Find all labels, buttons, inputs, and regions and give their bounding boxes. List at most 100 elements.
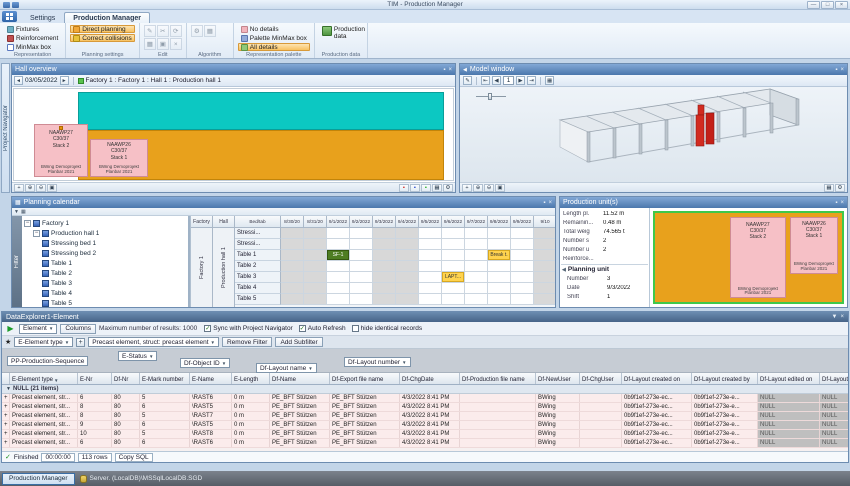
model-canvas[interactable] — [460, 87, 847, 182]
checkbox-icon[interactable] — [352, 325, 359, 332]
tree-expander-icon[interactable]: − — [33, 230, 40, 237]
show-elements-icon[interactable]: ▪ — [421, 184, 431, 192]
group-row[interactable]: ▼NULL (21 items) — [2, 385, 848, 394]
sequence-chip[interactable]: Df-Layout name▼ — [256, 363, 317, 373]
schedule-cell[interactable] — [281, 283, 304, 294]
column-header-date[interactable]: 9/7/2022 — [465, 216, 488, 228]
column-header[interactable]: Df-Production file name — [460, 373, 536, 384]
column-header-date[interactable]: 9/9/2022 — [511, 216, 534, 228]
schedule-event[interactable]: Break t. — [488, 250, 510, 260]
table-row[interactable]: +Precast element, str...10805\RAST80 mPE… — [2, 430, 848, 439]
schedule-cell[interactable] — [419, 250, 442, 261]
schedule-cell[interactable] — [396, 261, 419, 272]
schedule-cell[interactable] — [465, 239, 488, 250]
column-header[interactable]: E-Nr — [78, 373, 112, 384]
schedule-cell[interactable] — [396, 239, 419, 250]
tree-item[interactable]: Table 1 — [22, 258, 188, 268]
schedule-cell[interactable] — [396, 272, 419, 283]
pin-icon[interactable]: ▪ — [835, 200, 837, 206]
edit-model-icon[interactable]: ✎ — [463, 76, 472, 85]
column-header[interactable]: E-Mark number — [140, 373, 190, 384]
pan-icon[interactable]: + — [462, 184, 472, 192]
schedule-cell[interactable] — [396, 294, 419, 305]
tree-item[interactable]: Stressing bed 1 — [22, 238, 188, 248]
table-row[interactable]: +Precast element, str...8805\RAST70 mPE_… — [2, 412, 848, 421]
schedule-cell[interactable] — [350, 294, 373, 305]
hall-overview-header[interactable]: Hall overview ▪ × — [12, 64, 455, 75]
schedule-event[interactable]: LAPT... — [442, 272, 464, 282]
schedule-cell[interactable] — [511, 239, 534, 250]
schedule-cell[interactable] — [327, 261, 350, 272]
schedule-cell[interactable] — [350, 228, 373, 239]
schedule-cell[interactable] — [327, 272, 350, 283]
schedule-cell[interactable] — [488, 239, 511, 250]
column-header[interactable]: E-Element type▼ — [10, 373, 78, 384]
tree-item[interactable]: −Production hall 1 — [22, 228, 188, 238]
column-header-date[interactable]: 9/3/2022 — [373, 216, 396, 228]
grid-icon[interactable]: ▦ — [21, 209, 26, 215]
schedule-cell[interactable] — [511, 261, 534, 272]
schedule-cell[interactable] — [281, 250, 304, 261]
filter-tab[interactable]: Filter — [12, 216, 22, 307]
schedule-cell[interactable] — [350, 272, 373, 283]
reinforcement-button[interactable]: Reinforcement — [4, 34, 61, 42]
row-expander[interactable]: + — [2, 430, 10, 438]
zoom-fit-icon[interactable]: ▣ — [495, 184, 505, 192]
algorithm-settings-icon[interactable]: ⚙ — [191, 25, 203, 37]
schedule-cell[interactable] — [350, 239, 373, 250]
bed-label[interactable]: Stressi... — [235, 239, 281, 250]
column-header[interactable]: Df-Export file name — [330, 373, 400, 384]
schedule-cell[interactable] — [442, 228, 465, 239]
bed-label[interactable]: Table 2 — [235, 261, 281, 272]
schedule-cell[interactable] — [281, 239, 304, 250]
column-header[interactable]: Df-Name — [270, 373, 330, 384]
column-header-date[interactable]: 9/2/2022 — [350, 216, 373, 228]
row-expander[interactable]: + — [2, 412, 10, 420]
minimize-button[interactable]: — — [807, 1, 820, 9]
free-area[interactable] — [78, 92, 444, 130]
column-header[interactable]: E-Length — [232, 373, 270, 384]
schedule-cell[interactable] — [419, 261, 442, 272]
row-expander[interactable]: + — [2, 403, 10, 411]
schedule-cell[interactable] — [373, 272, 396, 283]
stack-block[interactable]: NAAWP27 C30/37 Stack 2 BWing Demoprojekt… — [730, 217, 786, 299]
schedule-cell[interactable] — [419, 294, 442, 305]
remove-filter-button[interactable]: Remove Filter — [222, 337, 272, 347]
close-button[interactable]: × — [835, 1, 848, 9]
column-header-date[interactable]: 9/5/2022 — [419, 216, 442, 228]
tree-item[interactable]: Table 3 — [22, 278, 188, 288]
sequence-chip[interactable]: E-Status▼ — [118, 351, 157, 361]
column-header-date[interactable]: 8/31/20 — [304, 216, 327, 228]
grid-view-icon[interactable]: ▦ — [432, 184, 442, 192]
planning-calendar-header[interactable]: ▦ Planning calendar ▪ × — [12, 197, 555, 208]
schedule-cell[interactable] — [327, 283, 350, 294]
tree-item[interactable]: Table 5 — [22, 298, 188, 307]
tree-item[interactable]: −Factory 1 — [22, 218, 188, 228]
checkbox-option[interactable]: ✓Auto Refresh — [299, 325, 346, 332]
schedule-cell[interactable] — [304, 250, 327, 261]
schedule-cell[interactable] — [396, 250, 419, 261]
app-menu-button[interactable] — [2, 11, 17, 22]
schedule-cell[interactable] — [465, 294, 488, 305]
bed-label[interactable]: Table 5 — [235, 294, 281, 305]
run-query-button[interactable]: ▶ — [5, 323, 16, 334]
schedule-cell[interactable] — [373, 228, 396, 239]
table-row[interactable]: +Precast element, str...9806\RAST50 mPE_… — [2, 421, 848, 430]
schedule-cell[interactable] — [534, 294, 555, 305]
schedule-cell[interactable] — [534, 228, 555, 239]
schedule-cell[interactable] — [281, 261, 304, 272]
first-page-icon[interactable]: ⇤ — [481, 76, 490, 85]
grid-tool-icon[interactable]: ▦ — [144, 38, 156, 50]
schedule-cell[interactable] — [465, 228, 488, 239]
production-units-header[interactable]: Production unit(s) ▪ × — [560, 197, 847, 208]
close-icon[interactable]: × — [840, 67, 844, 73]
schedule-cell[interactable] — [511, 283, 534, 294]
page-number[interactable]: 1 — [503, 76, 514, 85]
schedule-cell[interactable] — [304, 239, 327, 250]
schedule-cell[interactable] — [534, 239, 555, 250]
column-header[interactable]: Df-Layout created on — [622, 373, 692, 384]
column-header[interactable]: Df-NewUser — [536, 373, 580, 384]
schedule-cell[interactable] — [327, 239, 350, 250]
taskbar-app-button[interactable]: Production Manager — [2, 473, 75, 485]
copy-sql-button[interactable]: Copy SQL — [115, 453, 153, 462]
